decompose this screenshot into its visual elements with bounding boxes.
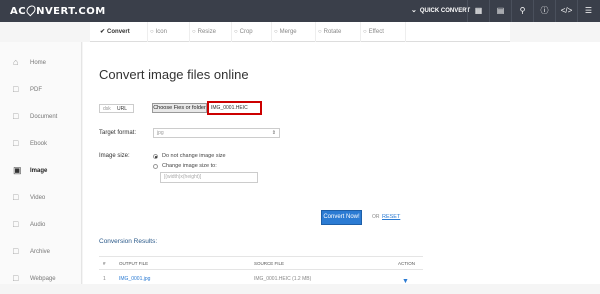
- table-row: 1 IMG_0001.jpg IMG_0001.HEIC (1.2 MB): [99, 276, 423, 284]
- select-arrows-icon: ⇕: [271, 130, 276, 136]
- sidebar-item-label: Home: [30, 60, 47, 66]
- sidebar-item-webpage[interactable]: □ Webpage: [0, 267, 82, 294]
- sidebar-item-ebook[interactable]: □ Ebook: [0, 132, 82, 159]
- col-number: #: [103, 261, 106, 266]
- sidebar-item-home[interactable]: ⌂ Home: [0, 51, 82, 78]
- video-icon: □: [13, 192, 19, 202]
- convert-now-button[interactable]: Convert Now!: [321, 210, 362, 225]
- sidebar-item-image[interactable]: ▣ Image: [0, 159, 82, 186]
- sidebar-item-pdf[interactable]: □ PDF: [0, 78, 82, 105]
- target-format-label: Target format:: [99, 130, 137, 136]
- row-number: 1: [103, 276, 106, 282]
- tab-rotate-label: Rotate: [323, 29, 342, 35]
- sidebar-item-label: Video: [30, 195, 46, 201]
- sidebar-item-label: Document: [30, 114, 58, 120]
- choose-files-button[interactable]: Choose Fies or folder: [152, 103, 207, 113]
- tab-effect-label: Effect: [368, 29, 384, 35]
- main-panel: Convert image files online dsk URL Choos…: [83, 42, 600, 285]
- source-toggle-disk[interactable]: dsk: [103, 106, 111, 112]
- target-format-value: jpg: [157, 130, 164, 136]
- tab-icon[interactable]: ○ Icon: [148, 22, 190, 42]
- archive-icon: □: [13, 246, 19, 256]
- tool-tabs: ✔ Convert ○ Icon ○ Resize ○ Crop ○ Merge ○ Rot…: [90, 22, 510, 42]
- sidebar-item-label: Archive: [30, 249, 51, 255]
- quick-convert-label: QUICK CONVERT: [419, 8, 471, 14]
- col-action: ACTION: [398, 261, 416, 266]
- quick-convert-button[interactable]: ⌄ QUICK CONVERT: [405, 0, 476, 22]
- target-format-select[interactable]: jpg ⇕: [153, 128, 280, 138]
- layers-icon[interactable]: ▤: [489, 0, 511, 22]
- image-size-label: Image size:: [99, 153, 130, 159]
- webpage-icon: □: [13, 273, 19, 283]
- sidebar-item-label: Audio: [30, 222, 46, 228]
- dimensions-input[interactable]: [(width)x(height)]: [160, 172, 258, 183]
- image-icon: ▣: [13, 165, 22, 175]
- menu-icon[interactable]: ☰: [577, 0, 599, 22]
- code-icon[interactable]: </>: [555, 0, 577, 22]
- sidebar-item-document[interactable]: □ Document: [0, 105, 82, 132]
- or-text: OR: [372, 214, 380, 220]
- help-icon[interactable]: ⓘ: [533, 0, 555, 22]
- resize-radio[interactable]: [153, 164, 158, 169]
- document-icon: □: [13, 111, 19, 121]
- sidebar-item-label: PDF: [30, 87, 42, 93]
- download-icon[interactable]: ▼: [402, 278, 410, 285]
- circle-icon: ○: [363, 29, 367, 35]
- no-resize-radio[interactable]: [153, 154, 158, 159]
- top-bar: AC NVERT.COM ⌄ QUICK CONVERT ▦ ▤ ⚲ ⓘ </> ☰: [0, 0, 600, 22]
- tab-rotate[interactable]: ○ Rotate: [316, 22, 361, 42]
- resize-label: Change image size to:: [162, 163, 217, 169]
- search-icon[interactable]: ⚲: [511, 0, 533, 22]
- circle-icon: ○: [192, 29, 196, 35]
- tab-merge-label: Merge: [279, 29, 297, 35]
- tab-crop-label: Crop: [239, 29, 253, 35]
- circle-icon: ○: [318, 29, 322, 35]
- results-title: Conversion Results:: [99, 238, 158, 245]
- sidebar: ⌂ Home □ PDF □ Document □ Ebook ▣ Image □ Vide…: [0, 42, 82, 284]
- no-resize-label: Do not change image size: [162, 153, 226, 159]
- sidebar-item-audio[interactable]: □ Audio: [0, 213, 82, 240]
- tab-icon-label: Icon: [155, 29, 167, 35]
- tab-effect[interactable]: ○ Effect: [361, 22, 406, 42]
- circle-icon: ○: [234, 29, 238, 35]
- tab-merge[interactable]: ○ Merge: [272, 22, 316, 42]
- tab-crop[interactable]: ○ Crop: [232, 22, 272, 42]
- logo-text-right: NVERT.COM: [36, 6, 106, 17]
- tab-convert[interactable]: ✔ Convert: [98, 22, 148, 42]
- circle-icon: ○: [274, 29, 278, 35]
- sidebar-item-label: Ebook: [30, 141, 48, 147]
- sidebar-item-label: Image: [30, 168, 48, 174]
- home-icon: ⌂: [13, 57, 19, 67]
- sidebar-item-archive[interactable]: □ Archive: [0, 240, 82, 267]
- grid-icon[interactable]: ▦: [467, 0, 489, 22]
- reset-link[interactable]: RESET: [382, 214, 400, 220]
- tab-resize-label: Resize: [197, 29, 216, 35]
- check-icon: ✔: [100, 29, 106, 35]
- selected-file-name: IMG_0001.HEIC: [207, 101, 262, 115]
- row-source-file: IMG_0001.HEIC (1.2 MB): [254, 276, 312, 282]
- audio-icon: □: [13, 219, 19, 229]
- site-logo[interactable]: AC NVERT.COM: [10, 3, 106, 17]
- sidebar-item-video[interactable]: □ Video: [0, 186, 82, 213]
- col-source-file: SOURCE FILE: [254, 261, 285, 266]
- ebook-icon: □: [13, 138, 19, 148]
- results-table-header: # OUTPUT FILE SOURCE FILE ACTION: [99, 256, 423, 270]
- source-toggle[interactable]: dsk URL: [99, 104, 134, 113]
- logo-text-left: AC: [10, 6, 27, 17]
- source-toggle-url[interactable]: URL: [117, 106, 127, 112]
- page-title: Convert image files online: [99, 67, 249, 82]
- chevron-down-icon: ⌄: [411, 7, 417, 14]
- pdf-icon: □: [13, 84, 19, 94]
- sidebar-item-label: Webpage: [30, 276, 56, 282]
- tab-convert-label: Convert: [107, 29, 130, 35]
- row-output-file[interactable]: IMG_0001.jpg: [119, 276, 150, 282]
- circle-icon: ○: [150, 29, 154, 35]
- col-output-file: OUTPUT FILE: [119, 261, 149, 266]
- tab-resize[interactable]: ○ Resize: [190, 22, 232, 42]
